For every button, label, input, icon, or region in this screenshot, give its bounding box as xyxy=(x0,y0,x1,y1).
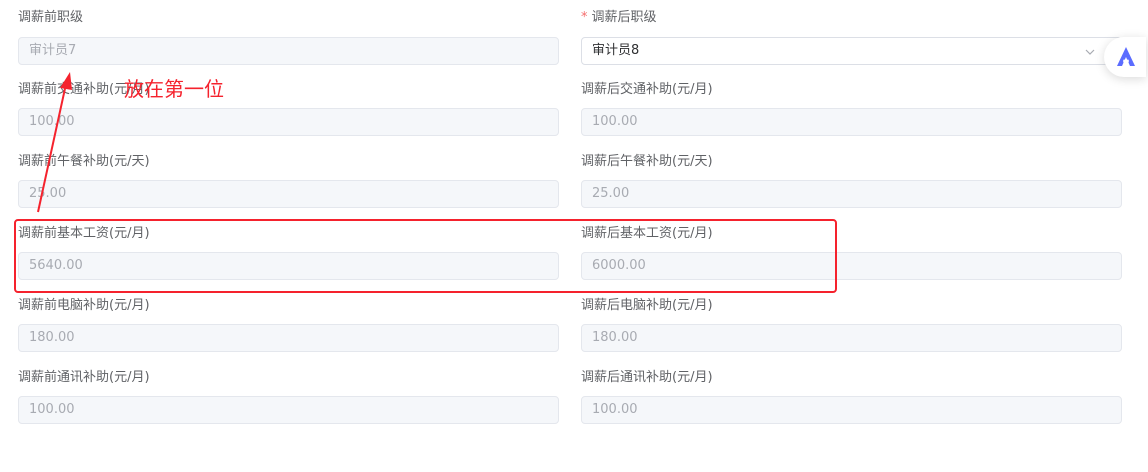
input-before-computer[interactable]: 180.00 xyxy=(18,324,559,352)
chevron-down-icon[interactable] xyxy=(1083,45,1097,59)
label-before-base-salary: 调薪前基本工资(元/月) xyxy=(18,226,150,241)
annotation-note: 放在第一位 xyxy=(124,77,224,101)
assistant-float-button[interactable] xyxy=(1104,37,1146,77)
label-before-computer: 调薪前电脑补助(元/月) xyxy=(18,298,150,313)
input-before-base-salary[interactable]: 5640.00 xyxy=(18,252,559,280)
input-after-telecom[interactable]: 100.00 xyxy=(581,396,1122,424)
assistant-logo-icon xyxy=(1117,47,1135,66)
input-after-lunch[interactable]: 25.00 xyxy=(581,180,1122,208)
label-after-telecom: 调薪后通讯补助(元/月) xyxy=(581,370,713,385)
input-before-telecom[interactable]: 100.00 xyxy=(18,396,559,424)
label-after-base-salary: 调薪后基本工资(元/月) xyxy=(581,226,713,241)
label-after-lunch: 调薪后午餐补助(元/天) xyxy=(581,154,713,169)
required-mark: * xyxy=(581,10,588,25)
input-after-transport[interactable]: 100.00 xyxy=(581,108,1122,136)
input-before-grade[interactable]: 审计员7 xyxy=(18,37,559,65)
label-before-telecom: 调薪前通讯补助(元/月) xyxy=(18,370,150,385)
label-after-transport: 调薪后交通补助(元/月) xyxy=(581,82,713,97)
input-before-transport[interactable]: 100.00 xyxy=(18,108,559,136)
label-before-grade: 调薪前职级 xyxy=(18,10,84,25)
select-after-grade-value: 审计员8 xyxy=(592,43,640,58)
label-after-computer: 调薪后电脑补助(元/月) xyxy=(581,298,713,313)
label-after-grade: * 调薪后职级 xyxy=(581,9,657,27)
select-after-grade[interactable]: 审计员8 xyxy=(581,37,1122,65)
input-before-lunch[interactable]: 25.00 xyxy=(18,180,559,208)
label-before-lunch: 调薪前午餐补助(元/天) xyxy=(18,154,150,169)
input-after-base-salary[interactable]: 6000.00 xyxy=(581,252,1122,280)
label-after-grade-text: 调薪后职级 xyxy=(591,10,657,25)
input-after-computer[interactable]: 180.00 xyxy=(581,324,1122,352)
